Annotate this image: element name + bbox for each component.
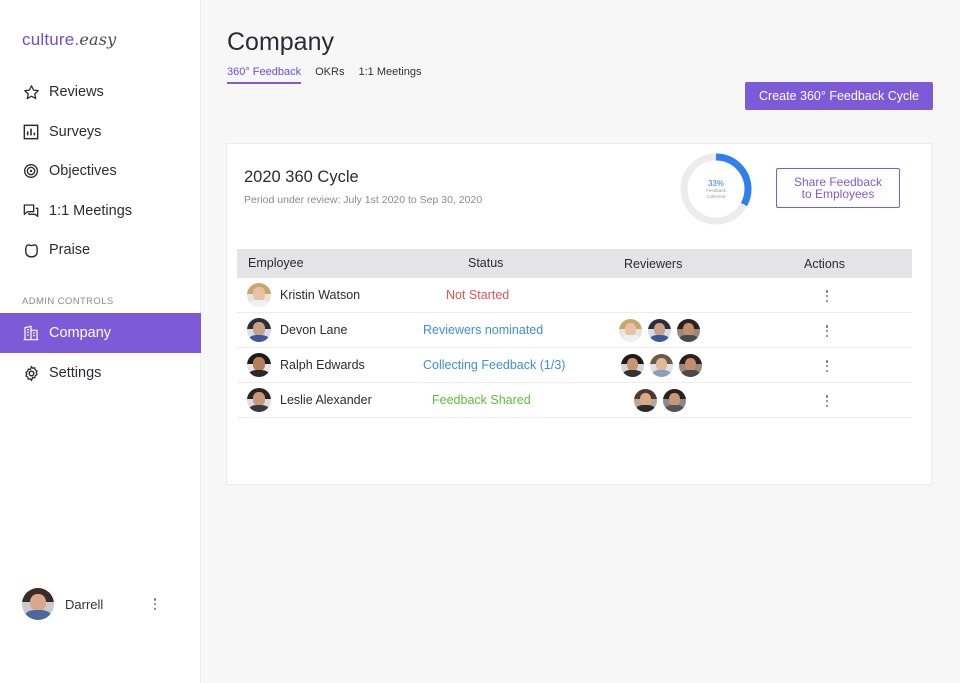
sidebar-item-label: Reviews <box>49 84 104 100</box>
status-badge: Feedback Shared <box>432 393 531 407</box>
table-header: Employee Status Reviewers Actions <box>237 249 912 278</box>
progress-caption: Feedback Collected <box>706 188 726 199</box>
sidebar-item-praise[interactable]: Praise <box>0 230 201 270</box>
cycle-period: Period under review: July 1st 2020 to Se… <box>244 194 483 206</box>
sidebar-item-label: Praise <box>49 242 91 258</box>
sidebar-item-settings[interactable]: Settings <box>0 353 201 393</box>
sidebar-item-reviews[interactable]: Reviews <box>0 72 201 112</box>
sidebar-item-objectives[interactable]: Objectives <box>0 151 201 191</box>
share-feedback-button[interactable]: Share Feedback to Employees <box>776 168 900 208</box>
sidebar-item-surveys[interactable]: Surveys <box>0 112 201 152</box>
employee-name[interactable]: Kristin Watson <box>280 288 360 302</box>
employee-name[interactable]: Ralph Edwards <box>280 358 365 372</box>
sidebar-item-label: Surveys <box>49 124 102 140</box>
table-row[interactable]: Kristin Watson Not Started <box>237 278 912 313</box>
table-row[interactable]: Leslie Alexander Feedback Shared <box>237 383 912 418</box>
status-badge: Not Started <box>446 288 510 302</box>
employee-name[interactable]: Devon Lane <box>280 323 347 337</box>
avatar[interactable] <box>618 318 643 343</box>
tab-360-feedback[interactable]: 360° Feedback <box>227 66 302 84</box>
target-icon <box>22 162 40 180</box>
building-icon <box>22 324 40 342</box>
avatar <box>247 318 271 342</box>
user-menu-icon[interactable] <box>152 598 158 610</box>
bar-chart-icon <box>22 123 40 141</box>
cycle-card: 2020 360 Cycle Period under review: July… <box>226 143 932 485</box>
sidebar-item-company[interactable]: Company <box>0 313 201 353</box>
avatar[interactable] <box>620 353 645 378</box>
col-reviewers[interactable]: Reviewers <box>624 257 682 271</box>
admin-controls-label: ADMIN CONTROLS <box>22 296 114 307</box>
cycle-title: 2020 360 Cycle <box>244 168 359 186</box>
tab-meetings[interactable]: 1:1 Meetings <box>358 66 421 84</box>
user-profile[interactable]: Darrell <box>22 588 182 620</box>
row-actions-icon[interactable] <box>824 395 830 407</box>
sidebar-item-meetings[interactable]: 1:1 Meetings <box>0 191 201 231</box>
progress-label: 33% Feedback Collected <box>679 152 753 226</box>
tab-okrs[interactable]: OKRs <box>315 66 344 84</box>
col-status[interactable]: Status <box>468 256 503 270</box>
avatar <box>22 588 54 620</box>
status-badge: Reviewers nominated <box>423 323 544 337</box>
avatar <box>247 283 271 307</box>
status-badge: Collecting Feedback (1/3) <box>423 358 566 372</box>
row-actions-icon[interactable] <box>824 325 830 337</box>
user-name: Darrell <box>65 596 104 612</box>
avatar[interactable] <box>647 318 672 343</box>
progress-percent: 33% <box>707 179 724 189</box>
avatar[interactable] <box>649 353 674 378</box>
tab-bar: 360° Feedback OKRs 1:1 Meetings <box>227 66 435 84</box>
row-actions-icon[interactable] <box>824 360 830 372</box>
create-cycle-button[interactable]: Create 360° Feedback Cycle <box>745 82 933 110</box>
chat-icon <box>22 202 40 220</box>
app-logo[interactable]: culture.easy <box>22 30 116 50</box>
sidebar-item-label: Objectives <box>49 163 117 179</box>
avatar[interactable] <box>676 318 701 343</box>
page-title: Company <box>227 28 334 56</box>
sidebar: culture.easy Reviews Surveys Objectives … <box>0 0 201 683</box>
avatar[interactable] <box>678 353 703 378</box>
avatar <box>247 353 271 377</box>
col-actions: Actions <box>804 257 845 271</box>
table-row[interactable]: Ralph Edwards Collecting Feedback (1/3) <box>237 348 912 383</box>
praise-icon <box>22 241 40 259</box>
share-button-line2: to Employees <box>801 187 875 201</box>
reviewer-avatars <box>618 318 705 343</box>
avatar <box>247 388 271 412</box>
gear-icon <box>22 364 40 382</box>
avatar[interactable] <box>662 388 687 413</box>
sidebar-item-label: Settings <box>49 365 102 381</box>
col-employee[interactable]: Employee <box>248 256 304 270</box>
employee-name[interactable]: Leslie Alexander <box>280 393 372 407</box>
sidebar-item-label: 1:1 Meetings <box>49 203 133 219</box>
reviewer-avatars <box>620 353 707 378</box>
row-actions-icon[interactable] <box>824 290 830 302</box>
sidebar-item-label: Company <box>49 325 112 341</box>
table-row[interactable]: Devon Lane Reviewers nominated <box>237 313 912 348</box>
avatar[interactable] <box>633 388 658 413</box>
reviewer-avatars <box>633 388 691 413</box>
star-icon <box>22 83 40 101</box>
